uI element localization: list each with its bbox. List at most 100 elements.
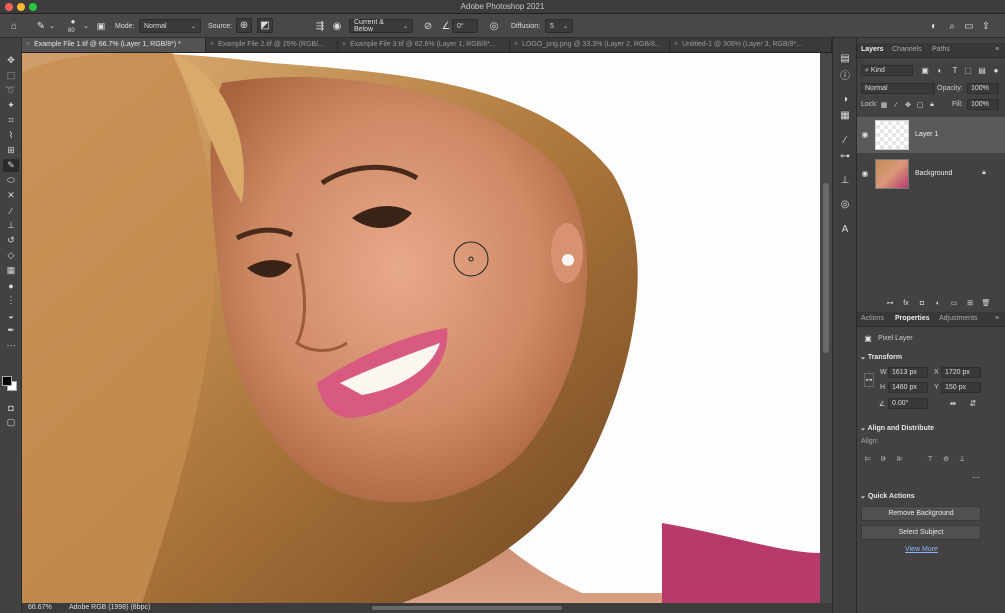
flip-horizontal-icon[interactable]: ⇹ [947, 398, 959, 409]
horizontal-scroll-thumb[interactable] [372, 606, 562, 610]
height-input[interactable]: 1460 px [888, 382, 928, 393]
angle-input[interactable]: 0° [452, 19, 478, 33]
dodge-tool-icon[interactable]: ◒ [3, 309, 19, 322]
tab-untitled-1[interactable]: × Untitled-1 @ 306% (Layer 3, RGB/8*... [670, 38, 832, 52]
lock-artboard-icon[interactable]: ▢ [915, 100, 925, 110]
eraser-tool-icon[interactable]: ◇ [3, 249, 19, 262]
use-legacy-icon[interactable]: ◉ [331, 19, 343, 33]
fx-icon[interactable]: fx [901, 298, 911, 308]
tab-example-file-3[interactable]: × Example File 3.tif @ 82.6% (Layer 1, RG… [338, 38, 510, 52]
info-icon[interactable]: ⓘ [838, 68, 852, 82]
workspace-icon[interactable]: ▭ [963, 19, 975, 33]
screen-mode-icon[interactable]: ▢ [3, 416, 19, 429]
tab-channels[interactable]: Channels [892, 46, 922, 53]
mode-select[interactable]: Normal ⌄ [139, 19, 201, 33]
panel-menu-icon[interactable]: ≡ [995, 46, 999, 53]
pen-tool-icon[interactable]: ✒ [3, 324, 19, 337]
brush-settings-icon[interactable]: ∕ [838, 134, 852, 146]
x-input[interactable]: 1720 px [941, 367, 981, 378]
edit-toolbar-icon[interactable]: ⋯ [3, 339, 19, 352]
sample-select[interactable]: Current & Below ⌄ [349, 19, 413, 33]
align-top-icon[interactable]: ⊤ [925, 454, 935, 464]
character-icon[interactable]: A [838, 223, 852, 235]
source-sampled-icon[interactable]: ⊕ [236, 18, 252, 33]
source-pattern-icon[interactable]: ◩ [257, 18, 273, 33]
crop-tool-icon[interactable]: ⌗ [3, 114, 19, 127]
tab-logo-png[interactable]: × LOGO_png.png @ 33.3% (Layer 2, RGB/8... [510, 38, 670, 52]
align-left-icon[interactable]: ⊨ [863, 454, 873, 464]
layer-filter-select[interactable]: ⌕ Kind [861, 65, 913, 76]
move-tool-icon[interactable]: ✥ [3, 54, 19, 67]
flip-vertical-icon[interactable]: ⇵ [967, 398, 979, 409]
home-icon[interactable]: ⌂ [7, 19, 21, 33]
gradient-tool-icon[interactable]: ▦ [3, 264, 19, 277]
select-subject-button[interactable]: Select Subject [861, 525, 981, 540]
search-icon[interactable]: ⌕ [946, 19, 958, 33]
close-icon[interactable]: × [674, 41, 678, 48]
close-icon[interactable]: × [514, 41, 518, 48]
patch-tool-icon[interactable]: ⬭ [3, 174, 19, 187]
lock-image-icon[interactable]: ∕ [891, 100, 901, 110]
layer-mask-icon[interactable]: ◘ [917, 298, 927, 308]
close-icon[interactable]: × [342, 41, 346, 48]
filter-shape-icon[interactable]: ⬚ [963, 65, 973, 76]
share-icon[interactable]: ⇪ [980, 19, 992, 33]
close-icon[interactable]: × [210, 41, 214, 48]
libraries-icon[interactable]: ▤ [838, 52, 852, 64]
clone-source-icon[interactable]: ⊥ [838, 174, 852, 186]
filter-pixel-icon[interactable]: ▣ [920, 65, 930, 76]
scroll-thumb[interactable] [823, 183, 829, 353]
pressure-size-icon[interactable]: ◎ [488, 19, 500, 33]
aligned-icon[interactable]: ⇶ [314, 19, 326, 33]
spot-healing-brush-icon[interactable]: ✎ [34, 19, 48, 33]
lock-all-icon[interactable]: 🔒︎ [927, 100, 937, 110]
filter-adjustment-icon[interactable]: ◐ [935, 65, 945, 76]
blend-mode-select[interactable]: Normal [861, 83, 935, 94]
spot-healing-tool-icon[interactable]: ⊞ [3, 144, 19, 157]
quick-actions-section-title[interactable]: ⌄ Quick Actions [860, 492, 915, 500]
chevron-down-icon[interactable]: ⌄ [82, 19, 90, 33]
align-center-icon[interactable]: ⊪ [879, 454, 889, 464]
eyedropper-tool-icon[interactable]: ⌇ [3, 129, 19, 142]
zoom-level[interactable]: 66.67% [28, 604, 52, 611]
more-tools-icon[interactable]: ⋮ [3, 294, 19, 307]
rotation-input[interactable]: 0.00° [888, 398, 928, 409]
panel-menu-icon[interactable]: ≡ [995, 315, 999, 322]
remove-background-button[interactable]: Remove Background [861, 506, 981, 521]
canvas-vertical-scrollbar[interactable] [820, 53, 832, 603]
tab-adjustments[interactable]: Adjustments [939, 315, 978, 322]
filter-smart-object-icon[interactable]: ▤ [977, 65, 987, 76]
healing-brush-tool-icon[interactable]: ✎ [3, 159, 19, 172]
ignore-adjustment-icon[interactable]: ⊘ [422, 19, 434, 33]
color-icon[interactable]: ◑ [838, 93, 852, 105]
layer-row[interactable]: ◉ Background 🔒︎ [857, 156, 1005, 192]
width-input[interactable]: 1613 px [888, 367, 928, 378]
quick-selection-tool-icon[interactable]: ✦ [3, 99, 19, 112]
diffusion-select[interactable]: 5 ⌄ [545, 19, 573, 33]
trash-icon[interactable]: 🗑︎ [981, 298, 991, 308]
filter-toggle-icon[interactable]: ● [991, 65, 1001, 76]
view-more-link[interactable]: View More [905, 546, 938, 553]
document-canvas[interactable] [22, 53, 820, 603]
brush-preset-icon[interactable]: ● [66, 16, 80, 26]
align-bottom-icon[interactable]: ⊥ [957, 454, 967, 464]
layer-row[interactable]: ◉ Layer 1 [857, 117, 1005, 153]
adjustment-layer-icon[interactable]: ◐ [933, 298, 943, 308]
user-icon[interactable]: ◐ [928, 19, 940, 33]
marquee-tool-icon[interactable]: ⬚ [3, 69, 19, 82]
color-profile[interactable]: Adobe RGB (1998) (8bpc) [69, 604, 150, 611]
brush-settings-icon[interactable]: ▣ [95, 19, 107, 33]
swatches-icon[interactable]: ▦ [838, 109, 852, 121]
content-aware-move-tool-icon[interactable]: ✕ [3, 189, 19, 202]
adjustments-icon[interactable]: ⊶ [838, 150, 852, 162]
tab-example-file-2[interactable]: × Example File 2.tif @ 25% (RGB/... [206, 38, 338, 52]
fill-input[interactable]: 100% [967, 99, 999, 110]
eye-icon[interactable]: ◉ [860, 168, 870, 178]
blur-tool-icon[interactable]: ● [3, 279, 19, 292]
group-icon[interactable]: ▭ [949, 298, 959, 308]
align-middle-icon[interactable]: ⊝ [941, 454, 951, 464]
more-options-icon[interactable]: ⋯ [970, 472, 982, 482]
tab-actions[interactable]: Actions [861, 315, 884, 322]
eye-icon[interactable]: ◉ [860, 129, 870, 139]
history-brush-tool-icon[interactable]: ↺ [3, 234, 19, 247]
